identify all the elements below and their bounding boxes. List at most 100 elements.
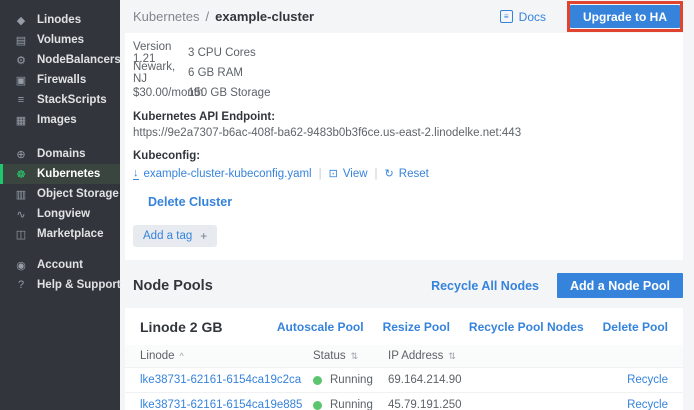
cluster-summary-card: Version 1.21 3 CPU Cores Newark, NJ 6 GB… <box>125 33 683 260</box>
kubeconfig-view-link[interactable]: ⊡ View <box>329 167 368 180</box>
sidebar-item-help-support[interactable]: ? Help & Support <box>0 275 120 295</box>
docs-label: Docs <box>519 10 546 24</box>
docs-link[interactable]: ≡ Docs <box>500 10 546 24</box>
breadcrumb-current: example-cluster <box>215 9 314 24</box>
sidebar-item-domains[interactable]: ⊕ Domains <box>0 144 120 164</box>
recycle-node-link[interactable]: Recycle <box>627 374 668 386</box>
ip-address: 45.79.191.250 <box>388 399 608 410</box>
marketplace-icon: ◫ <box>14 228 28 241</box>
sidebar-item-stackscripts[interactable]: ≡ StackScripts <box>0 90 120 110</box>
sidebar-item-marketplace[interactable]: ◫ Marketplace <box>0 224 120 244</box>
cluster-cpu: 3 CPU Cores <box>188 47 256 59</box>
sidebar-item-label: NodeBalancers <box>37 54 121 66</box>
delete-pool-link[interactable]: Delete Pool <box>603 320 668 334</box>
sidebar-item-kubernetes[interactable]: ☸ Kubernetes <box>0 164 120 184</box>
sidebar: ◆ Linodes ▤ Volumes ⚙ NodeBalancers ▣ Fi… <box>0 0 120 410</box>
column-label: Status <box>313 350 346 362</box>
summary-row: Version 1.21 3 CPU Cores <box>133 43 675 63</box>
node-pools-title: Node Pools <box>133 278 213 294</box>
sidebar-item-linodes[interactable]: ◆ Linodes <box>0 10 120 30</box>
summary-row: $30.00/month 150 GB Storage <box>133 83 675 103</box>
cluster-region: Newark, NJ <box>133 61 188 85</box>
pool-card-header: Linode 2 GB Autoscale Pool Resize Pool R… <box>125 308 683 345</box>
status-label: Running <box>330 374 373 386</box>
sidebar-item-label: Kubernetes <box>37 168 100 180</box>
separator: | <box>319 168 322 180</box>
recycle-all-nodes-link[interactable]: Recycle All Nodes <box>431 279 539 293</box>
sidebar-item-label: Images <box>37 114 77 126</box>
status-cell: Running <box>313 374 388 386</box>
firewalls-icon: ▣ <box>14 74 28 87</box>
node-pool-card: Linode 2 GB Autoscale Pool Resize Pool R… <box>125 308 683 410</box>
resize-pool-link[interactable]: Resize Pool <box>383 320 450 334</box>
column-label: IP Address <box>388 350 443 362</box>
upgrade-to-ha-button[interactable]: Upgrade to HA <box>570 5 680 28</box>
sidebar-item-longview[interactable]: ∿ Longview <box>0 204 120 224</box>
view-icon: ⊡ <box>329 167 338 180</box>
upgrade-button-wrap: Upgrade to HA <box>570 5 680 28</box>
status-running-icon <box>313 376 322 385</box>
account-icon: ◉ <box>14 259 28 272</box>
breadcrumb-section[interactable]: Kubernetes <box>133 9 200 24</box>
sidebar-item-label: StackScripts <box>37 94 107 106</box>
stackscripts-icon: ≡ <box>14 94 28 106</box>
sidebar-item-volumes[interactable]: ▤ Volumes <box>0 30 120 50</box>
table-row: lke38731-62161-6154ca19e885 Running 45.7… <box>125 392 683 410</box>
linodes-icon: ◆ <box>14 14 28 27</box>
sidebar-item-label: Linodes <box>37 14 81 26</box>
pool-table-header: Linode ^ Status ⇅ IP Address ⇅ <box>125 345 683 367</box>
node-pools-header: Node Pools Recycle All Nodes Add a Node … <box>125 273 683 298</box>
status-cell: Running <box>313 399 388 410</box>
sidebar-item-label: Firewalls <box>37 74 86 86</box>
sidebar-item-label: Volumes <box>37 34 84 46</box>
reset-icon: ↻ <box>385 167 394 180</box>
download-icon: ↓ <box>133 168 139 180</box>
kubeconfig-reset-link[interactable]: ↻ Reset <box>385 167 429 180</box>
column-header-status[interactable]: Status ⇅ <box>313 350 388 362</box>
cluster-ram: 6 GB RAM <box>188 67 243 79</box>
node-link[interactable]: lke38731-62161-6154ca19c2ca <box>140 374 301 386</box>
sidebar-item-object-storage[interactable]: ▥ Object Storage <box>0 184 120 204</box>
ip-address: 69.164.214.90 <box>388 374 608 386</box>
kubeconfig-filename: example-cluster-kubeconfig.yaml <box>144 168 312 180</box>
sidebar-item-account[interactable]: ◉ Account <box>0 255 120 275</box>
recycle-node-link[interactable]: Recycle <box>627 399 668 410</box>
tags-section: Add a tag + <box>133 225 675 247</box>
cluster-price: $30.00/month <box>133 87 188 99</box>
sidebar-item-firewalls[interactable]: ▣ Firewalls <box>0 70 120 90</box>
column-header-linode[interactable]: Linode ^ <box>140 350 313 362</box>
recycle-pool-nodes-link[interactable]: Recycle Pool Nodes <box>469 320 584 334</box>
header-actions: ≡ Docs Upgrade to HA <box>500 5 680 28</box>
images-icon: ▦ <box>14 114 28 127</box>
sidebar-item-label: Help & Support <box>37 279 121 291</box>
sidebar-item-nodebalancers[interactable]: ⚙ NodeBalancers <box>0 50 120 70</box>
pool-action-links: Autoscale Pool Resize Pool Recycle Pool … <box>277 320 668 334</box>
column-header-ip-address[interactable]: IP Address ⇅ <box>388 350 608 362</box>
plus-icon: + <box>200 229 207 243</box>
main-content: Kubernetes / example-cluster ≡ Docs Upgr… <box>120 0 694 410</box>
reset-label: Reset <box>399 168 429 180</box>
breadcrumb-separator: / <box>206 9 210 24</box>
sidebar-item-images[interactable]: ▦ Images <box>0 110 120 130</box>
node-link[interactable]: lke38731-62161-6154ca19e885 <box>140 399 302 410</box>
kubernetes-icon: ☸ <box>14 168 28 181</box>
add-tag-label: Add a tag <box>143 230 192 242</box>
view-label: View <box>343 168 368 180</box>
pool-name: Linode 2 GB <box>140 319 222 335</box>
sidebar-section-gap <box>0 130 120 144</box>
separator: | <box>375 168 378 180</box>
kubeconfig-download-link[interactable]: ↓ example-cluster-kubeconfig.yaml <box>133 168 312 180</box>
kubeconfig-actions: ↓ example-cluster-kubeconfig.yaml | ⊡ Vi… <box>133 167 675 180</box>
breadcrumb: Kubernetes / example-cluster <box>133 9 314 24</box>
sidebar-item-label: Domains <box>37 148 86 160</box>
sort-both-icon: ⇅ <box>351 351 359 362</box>
status-label: Running <box>330 399 373 410</box>
status-running-icon <box>313 401 322 410</box>
sidebar-item-label: Marketplace <box>37 228 103 240</box>
delete-cluster-button[interactable]: Delete Cluster <box>148 195 232 209</box>
add-tag-button[interactable]: Add a tag + <box>133 225 217 247</box>
api-endpoint-label: Kubernetes API Endpoint: <box>133 111 675 123</box>
autoscale-pool-link[interactable]: Autoscale Pool <box>277 320 364 334</box>
add-node-pool-button[interactable]: Add a Node Pool <box>557 273 683 298</box>
summary-row: Newark, NJ 6 GB RAM <box>133 63 675 83</box>
